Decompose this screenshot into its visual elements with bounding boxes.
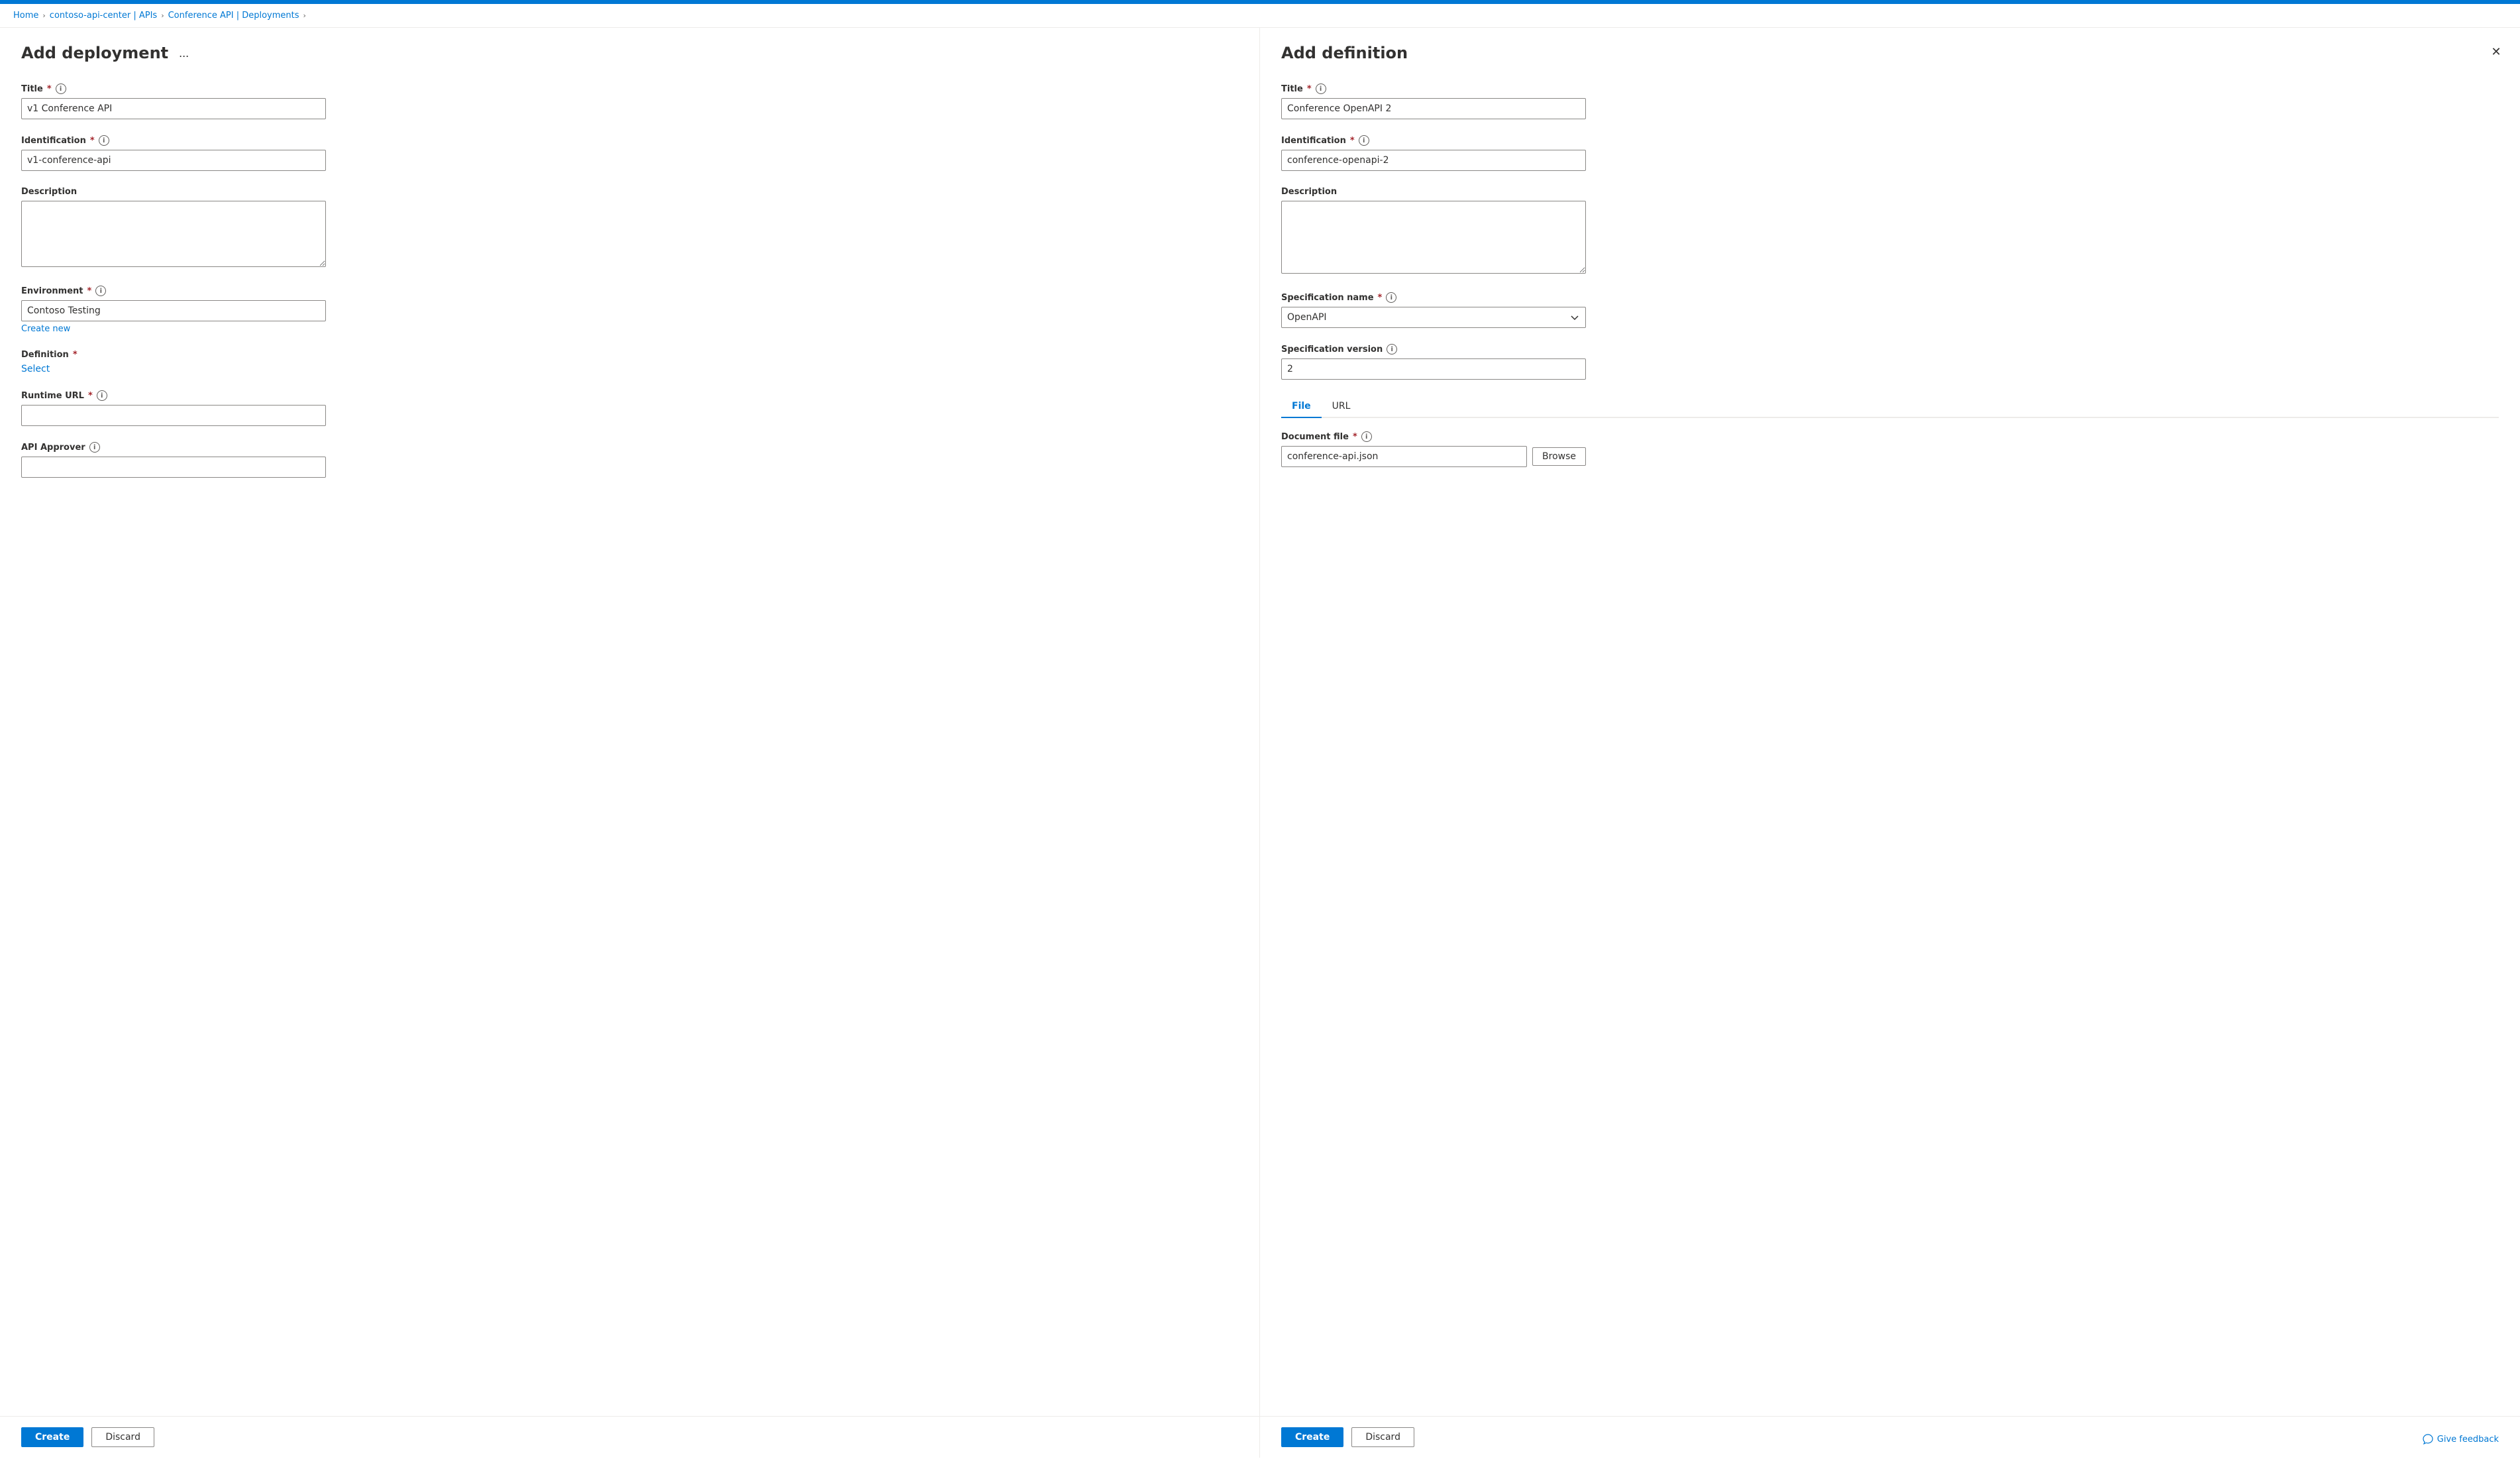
breadcrumb: Home › contoso-api-center | APIs › Confe… bbox=[0, 4, 2520, 28]
breadcrumb-deployments[interactable]: Conference API | Deployments bbox=[168, 11, 299, 21]
right-discard-button[interactable]: Discard bbox=[1351, 1427, 1414, 1447]
left-discard-button[interactable]: Discard bbox=[91, 1427, 154, 1447]
left-api-approver-group: API Approver i bbox=[21, 442, 1238, 478]
left-title-info-icon[interactable]: i bbox=[56, 83, 66, 94]
left-create-button[interactable]: Create bbox=[21, 1427, 83, 1447]
right-bottom-actions: Create Discard Give feedback bbox=[1260, 1416, 2520, 1458]
give-feedback-label: Give feedback bbox=[2437, 1435, 2499, 1444]
right-panel: ✕ Add definition Title * i Identificatio… bbox=[1260, 28, 2520, 1458]
left-identification-required: * bbox=[90, 136, 95, 146]
left-title-group: Title * i bbox=[21, 83, 1238, 119]
left-bottom-actions: Create Discard bbox=[0, 1416, 1259, 1458]
breadcrumb-separator-2: › bbox=[161, 11, 164, 20]
right-spec-name-label: Specification name * i bbox=[1281, 292, 2499, 303]
right-document-file-group: Document file * i Browse bbox=[1281, 431, 2499, 467]
left-identification-label: Identification * i bbox=[21, 135, 1238, 146]
right-document-file-required: * bbox=[1353, 432, 1357, 442]
right-spec-version-input[interactable] bbox=[1281, 358, 1586, 380]
left-title-required: * bbox=[47, 84, 52, 94]
right-title-label: Title * i bbox=[1281, 83, 2499, 94]
left-definition-label: Definition * bbox=[21, 350, 1238, 360]
left-runtime-url-group: Runtime URL * i bbox=[21, 390, 1238, 426]
right-title-group: Title * i bbox=[1281, 83, 2499, 119]
left-panel-title-row: Add deployment ... bbox=[21, 44, 1238, 62]
browse-button[interactable]: Browse bbox=[1532, 447, 1586, 466]
right-create-button[interactable]: Create bbox=[1281, 1427, 1343, 1447]
right-spec-name-select[interactable]: OpenAPI AsyncAPI WSDL WADL GraphQL gRPC … bbox=[1281, 307, 1586, 328]
left-environment-required: * bbox=[87, 286, 92, 296]
right-identification-input[interactable] bbox=[1281, 150, 1586, 171]
give-feedback-link[interactable]: Give feedback bbox=[2423, 1434, 2499, 1444]
left-identification-input[interactable] bbox=[21, 150, 326, 171]
right-spec-name-select-wrapper: OpenAPI AsyncAPI WSDL WADL GraphQL gRPC … bbox=[1281, 307, 1586, 328]
left-runtime-url-required: * bbox=[88, 391, 93, 401]
right-title-required: * bbox=[1307, 84, 1312, 94]
right-spec-version-group: Specification version i bbox=[1281, 344, 2499, 380]
right-identification-required: * bbox=[1350, 136, 1355, 146]
left-environment-input[interactable] bbox=[21, 300, 326, 321]
create-new-link[interactable]: Create new bbox=[21, 324, 1238, 334]
left-api-approver-input[interactable] bbox=[21, 457, 326, 478]
right-identification-group: Identification * i bbox=[1281, 135, 2499, 171]
left-identification-group: Identification * i bbox=[21, 135, 1238, 171]
right-spec-name-required: * bbox=[1378, 293, 1383, 303]
left-panel: Add deployment ... Title * i Identificat… bbox=[0, 28, 1260, 1458]
left-runtime-url-label: Runtime URL * i bbox=[21, 390, 1238, 401]
right-description-label: Description bbox=[1281, 187, 2499, 197]
left-description-textarea[interactable] bbox=[21, 201, 326, 267]
tabs-container: File URL bbox=[1281, 396, 2499, 418]
right-document-file-label: Document file * i bbox=[1281, 431, 2499, 442]
right-identification-label: Identification * i bbox=[1281, 135, 2499, 146]
right-title-input[interactable] bbox=[1281, 98, 1586, 119]
left-definition-group: Definition * Select bbox=[21, 350, 1238, 374]
right-spec-name-info-icon[interactable]: i bbox=[1386, 292, 1396, 303]
left-runtime-url-info-icon[interactable]: i bbox=[97, 390, 107, 401]
left-environment-info-icon[interactable]: i bbox=[95, 286, 106, 296]
right-identification-info-icon[interactable]: i bbox=[1359, 135, 1369, 146]
left-api-approver-info-icon[interactable]: i bbox=[89, 442, 100, 453]
left-panel-title: Add deployment bbox=[21, 44, 168, 62]
breadcrumb-separator-1: › bbox=[42, 11, 45, 20]
right-title-info-icon[interactable]: i bbox=[1316, 83, 1326, 94]
close-button[interactable]: ✕ bbox=[2486, 41, 2507, 62]
left-environment-group: Environment * i Create new bbox=[21, 286, 1238, 334]
feedback-icon bbox=[2423, 1434, 2433, 1444]
left-description-label: Description bbox=[21, 187, 1238, 197]
tab-file[interactable]: File bbox=[1281, 396, 1322, 418]
right-description-textarea[interactable] bbox=[1281, 201, 1586, 274]
breadcrumb-home[interactable]: Home bbox=[13, 11, 38, 21]
ellipsis-button[interactable]: ... bbox=[175, 45, 193, 62]
left-environment-label: Environment * i bbox=[21, 286, 1238, 296]
left-identification-info-icon[interactable]: i bbox=[99, 135, 109, 146]
right-description-group: Description bbox=[1281, 187, 2499, 276]
left-api-approver-label: API Approver i bbox=[21, 442, 1238, 453]
left-description-group: Description bbox=[21, 187, 1238, 270]
right-spec-version-label: Specification version i bbox=[1281, 344, 2499, 354]
left-title-label: Title * i bbox=[21, 83, 1238, 94]
breadcrumb-separator-3: › bbox=[303, 11, 306, 20]
left-definition-required: * bbox=[73, 350, 78, 360]
right-document-file-row: Browse bbox=[1281, 446, 1586, 467]
main-container: Add deployment ... Title * i Identificat… bbox=[0, 28, 2520, 1458]
definition-select-link[interactable]: Select bbox=[21, 364, 50, 374]
left-runtime-url-input[interactable] bbox=[21, 405, 326, 426]
left-title-input[interactable] bbox=[21, 98, 326, 119]
right-spec-version-info-icon[interactable]: i bbox=[1387, 344, 1397, 354]
tab-url[interactable]: URL bbox=[1322, 396, 1361, 418]
right-document-file-input[interactable] bbox=[1281, 446, 1527, 467]
right-spec-name-group: Specification name * i OpenAPI AsyncAPI … bbox=[1281, 292, 2499, 328]
right-panel-title: Add definition bbox=[1281, 44, 2499, 62]
right-document-file-info-icon[interactable]: i bbox=[1361, 431, 1372, 442]
breadcrumb-api-center[interactable]: contoso-api-center | APIs bbox=[50, 11, 157, 21]
